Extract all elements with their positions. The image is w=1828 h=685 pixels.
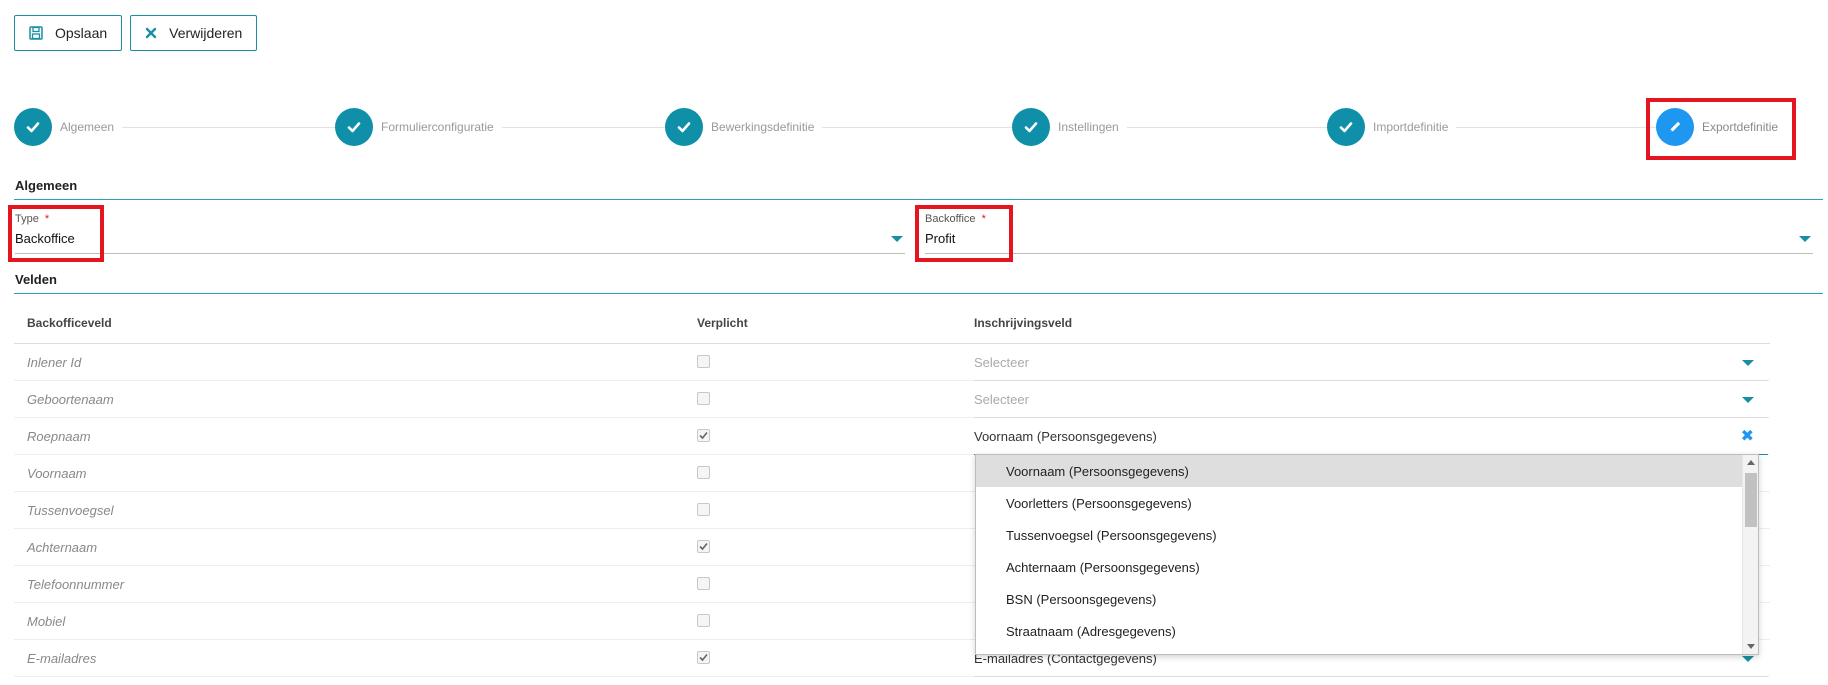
inschrijvingsveld-select[interactable]: Selecteer — [974, 344, 1768, 381]
required-checkbox — [697, 614, 710, 627]
check-icon — [665, 108, 703, 146]
backoffice-field-name: Voornaam — [27, 466, 87, 481]
backoffice-select[interactable]: Backoffice * Profit — [925, 210, 1813, 254]
required-checkbox — [697, 355, 710, 368]
chevron-down-icon — [891, 236, 903, 242]
dropdown-option[interactable]: Straatnaam (Adresgegevens) — [976, 615, 1742, 647]
required-checkbox — [697, 429, 710, 442]
dropdown-option[interactable]: Achternaam (Persoonsgegevens) — [976, 551, 1742, 583]
checkmark-icon — [699, 431, 708, 440]
step-instellingen[interactable]: Instellingen — [1012, 108, 1127, 146]
check-icon — [335, 108, 373, 146]
scroll-down-arrow-icon[interactable] — [1747, 644, 1755, 649]
inschrijvingsveld-dropdown-list: Voornaam (Persoonsgegevens) Voorletters … — [975, 454, 1759, 655]
table-row: Roepnaam Voornaam (Persoonsgegevens) ✖ — [14, 418, 1770, 455]
backoffice-field-name: Mobiel — [27, 614, 66, 629]
backoffice-field-name: Telefoonnummer — [27, 577, 125, 592]
toolbar: Opslaan Verwijderen — [14, 15, 258, 51]
step-formulierconfiguratie[interactable]: Formulierconfiguratie — [335, 108, 502, 146]
backoffice-field-name: Geboortenaam — [27, 392, 114, 407]
section-divider — [14, 293, 1823, 294]
required-checkbox — [697, 577, 710, 590]
checkmark-icon — [699, 542, 708, 551]
backoffice-field-name: Roepnaam — [27, 429, 91, 444]
dropdown-scrollbar[interactable] — [1742, 455, 1758, 654]
select-placeholder: Selecteer — [974, 392, 1029, 407]
delete-button[interactable]: Verwijderen — [130, 15, 258, 51]
inschrijvingsveld-select[interactable]: Selecteer — [974, 381, 1768, 418]
required-checkbox — [697, 651, 710, 664]
step-label: Formulierconfiguratie — [381, 120, 494, 134]
clear-selection-icon[interactable]: ✖ — [1741, 429, 1754, 445]
step-label: Instellingen — [1058, 120, 1119, 134]
scroll-up-arrow-icon[interactable] — [1747, 460, 1755, 465]
column-header-verplicht: Verplicht — [697, 316, 748, 330]
stepper-line — [34, 127, 1774, 128]
annotation-highlight-backoffice — [915, 205, 1013, 262]
scrollbar-thumb[interactable] — [1745, 473, 1757, 527]
section-title-velden: Velden — [15, 272, 57, 287]
chevron-down-icon — [1742, 397, 1754, 403]
chevron-down-icon — [1742, 360, 1754, 366]
check-icon — [1012, 108, 1050, 146]
section-divider — [14, 199, 1823, 200]
section-title-algemeen: Algemeen — [15, 178, 78, 193]
table-row: Geboortenaam Selecteer — [14, 381, 1770, 418]
annotation-highlight-type — [8, 205, 104, 262]
select-value: Voornaam (Persoonsgegevens) — [974, 429, 1157, 444]
check-icon — [14, 108, 52, 146]
type-select[interactable]: Type * Backoffice — [15, 210, 905, 254]
dropdown-option[interactable]: Voorletters (Persoonsgegevens) — [976, 487, 1742, 519]
step-bewerkingsdefinitie[interactable]: Bewerkingsdefinitie — [665, 108, 823, 146]
required-checkbox — [697, 540, 710, 553]
table-row: Inlener Id Selecteer — [14, 344, 1770, 381]
inschrijvingsveld-select[interactable]: Voornaam (Persoonsgegevens) ✖ — [974, 418, 1768, 455]
check-icon — [1327, 108, 1365, 146]
close-icon — [145, 27, 157, 39]
annotation-highlight-exportdefinitie — [1646, 98, 1796, 160]
chevron-down-icon — [1742, 656, 1754, 662]
save-label: Opslaan — [55, 25, 108, 41]
save-button[interactable]: Opslaan — [14, 15, 123, 51]
column-header-inschrijvingsveld: Inschrijvingsveld — [974, 316, 1073, 330]
backoffice-field-name: E-mailadres — [27, 651, 97, 666]
required-checkbox — [697, 466, 710, 479]
required-checkbox — [697, 503, 710, 516]
wizard-stepper: Algemeen Formulierconfiguratie Bewerking… — [14, 108, 1814, 148]
delete-label: Verwijderen — [169, 25, 243, 41]
chevron-down-icon — [1799, 236, 1811, 242]
step-label: Algemeen — [60, 120, 115, 134]
column-header-backofficeveld: Backofficeveld — [27, 316, 112, 330]
dropdown-option[interactable]: BSN (Persoonsgegevens) — [976, 583, 1742, 615]
required-checkbox — [697, 392, 710, 405]
checkmark-icon — [699, 653, 708, 662]
floppy-disk-icon — [29, 26, 43, 40]
backoffice-field-name: Achternaam — [27, 540, 98, 555]
dropdown-option[interactable]: Voornaam (Persoonsgegevens) — [976, 455, 1742, 487]
step-importdefinitie[interactable]: Importdefinitie — [1327, 108, 1457, 146]
select-placeholder: Selecteer — [974, 355, 1029, 370]
step-algemeen[interactable]: Algemeen — [14, 108, 123, 146]
backoffice-field-name: Tussenvoegsel — [27, 503, 114, 518]
step-label: Bewerkingsdefinitie — [711, 120, 815, 134]
backoffice-field-name: Inlener Id — [27, 355, 82, 370]
step-label: Importdefinitie — [1373, 120, 1449, 134]
dropdown-option[interactable]: Tussenvoegsel (Persoonsgegevens) — [976, 519, 1742, 551]
